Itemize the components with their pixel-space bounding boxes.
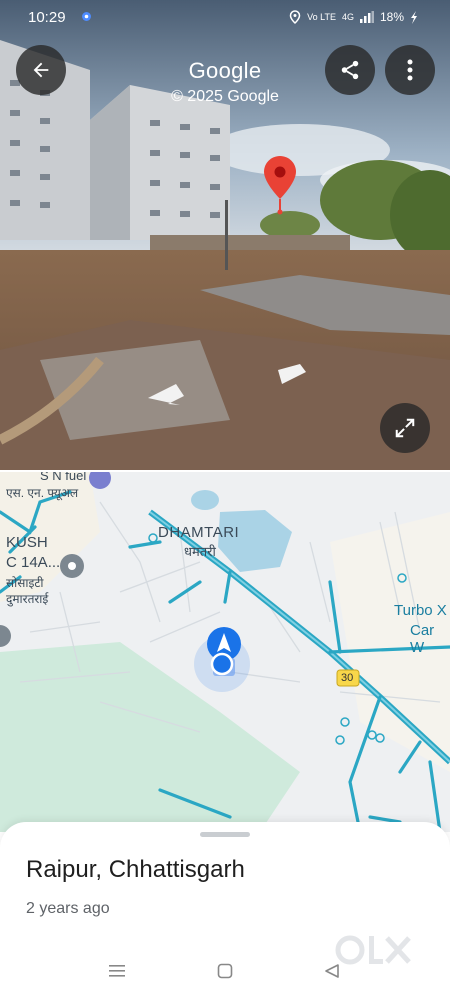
more-options-button[interactable]: [385, 45, 435, 95]
battery-icon: [411, 10, 417, 24]
back-nav-icon[interactable]: [324, 963, 340, 979]
location-icon: [289, 10, 301, 24]
map-view[interactable]: S N fuel एस. एन. फ्यूअल KUSH C 14A... सो…: [0, 472, 450, 832]
map-label-dhamtari-hindi: धमतरी: [184, 544, 216, 559]
map-label-dhamtari: DHAMTARI: [158, 524, 240, 541]
map-label-s-n-fuel: S N fuel: [40, 472, 87, 483]
share-button[interactable]: [325, 45, 375, 95]
share-icon: [341, 60, 359, 80]
street-view-brand: Google © 2025 Google: [0, 58, 450, 106]
location-pin-icon: [264, 156, 296, 215]
google-logo-text: Google: [188, 58, 262, 83]
drag-handle[interactable]: [200, 832, 250, 837]
capture-date: 2 years ago: [26, 900, 110, 917]
volte-label: Vo LTE: [307, 12, 336, 22]
home-icon[interactable]: [217, 963, 233, 979]
signal-label: 4G: [341, 12, 354, 22]
map-label-society-hindi: सोसाइटी: [6, 576, 44, 590]
map-label-dumartarai-hindi: दुमारतराई: [6, 592, 49, 606]
status-time: 10:29: [28, 9, 66, 26]
map-label-turbo-line2: Car W: [410, 622, 435, 656]
menu-icon[interactable]: [109, 964, 125, 978]
route-shield-label: 30: [341, 672, 354, 684]
system-nav-bar: [0, 958, 450, 986]
fullscreen-button[interactable]: [380, 403, 430, 453]
map-label-kush-14a: C 14A...: [6, 554, 61, 571]
copyright-text: © 2025 Google: [171, 88, 279, 105]
bottom-sheet[interactable]: Raipur, Chhattisgarh 2 years ago: [0, 822, 450, 1000]
battery-percent: 18%: [379, 10, 404, 24]
map-label-s-n-fuel-hindi: एस. एन. फ्यूअल: [6, 486, 79, 500]
status-bar: 10:29 Vo LTE 4G 18%: [0, 0, 450, 36]
map-label-turbo-line1: Turbo X: [394, 602, 447, 619]
expand-icon: [395, 418, 415, 438]
signal-bars-icon: [359, 11, 374, 23]
settings-gear-icon: [82, 12, 91, 21]
place-title: Raipur, Chhattisgarh: [26, 856, 245, 883]
more-vert-icon: [407, 59, 413, 81]
status-indicators: Vo LTE 4G 18%: [289, 10, 418, 24]
map-label-kush: KUSH: [6, 534, 48, 551]
